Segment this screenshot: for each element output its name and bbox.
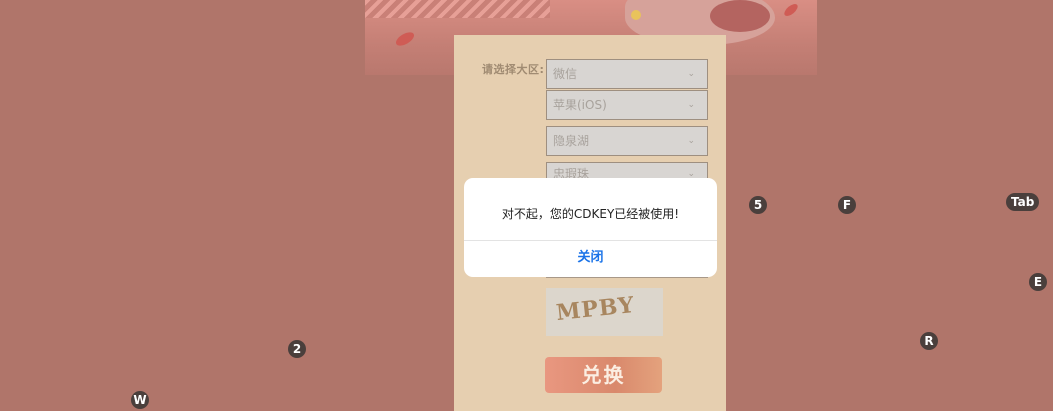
chevron-down-icon: ⌄: [687, 100, 695, 110]
redeem-button[interactable]: 兑换: [545, 357, 662, 393]
captcha-text: MPBY: [554, 291, 636, 327]
key-hint-e: E: [1029, 273, 1047, 291]
captcha-image[interactable]: MPBY: [546, 288, 663, 336]
os-select-value: 苹果(iOS): [553, 98, 607, 112]
alert-dialog: 对不起，您的CDKEY已经被使用! 关闭: [464, 178, 717, 277]
banner-stripes: [365, 0, 550, 18]
key-hint-f: F: [838, 196, 856, 214]
close-button[interactable]: 关闭: [464, 241, 717, 277]
petal-icon: [782, 1, 800, 19]
os-select[interactable]: 苹果(iOS) ⌄: [546, 90, 708, 120]
moon-icon: [631, 10, 641, 20]
key-hint-r: R: [920, 332, 938, 350]
platform-select-value: 微信: [553, 67, 578, 81]
alert-message: 对不起，您的CDKEY已经被使用!: [501, 207, 680, 221]
banner-character-shadow: [710, 0, 770, 32]
server-select[interactable]: 隐泉湖 ⌄: [546, 126, 708, 156]
region-label: 请选择大区:: [482, 63, 545, 76]
petal-icon: [393, 29, 417, 49]
key-hint-2: 2: [288, 340, 306, 358]
key-hint-tab: Tab: [1006, 193, 1040, 211]
key-hint-5: 5: [749, 196, 767, 214]
chevron-down-icon: ⌄: [687, 69, 695, 79]
chevron-down-icon: ⌄: [687, 136, 695, 146]
key-hint-w: W: [131, 391, 149, 409]
server-select-value: 隐泉湖: [553, 134, 590, 148]
platform-select[interactable]: 微信 ⌄: [546, 59, 708, 89]
